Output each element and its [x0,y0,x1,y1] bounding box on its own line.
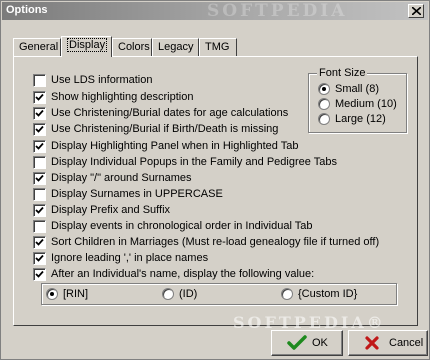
tab-label: General [19,41,59,53]
options-window: Options SOFTPEDIA General Display Colors… [0,0,430,360]
cancel-button[interactable]: Cancel [348,330,428,356]
close-button[interactable] [408,4,424,18]
tab-label: Display [67,38,108,52]
close-icon [412,7,421,15]
ok-label: OK [312,337,328,349]
window-title: Options [6,4,48,16]
display-tab-panel [13,56,418,326]
watermark-bottom: SOFTPEDIA® [233,313,386,332]
ok-button[interactable]: OK [271,330,343,356]
tab-label: Legacy [158,41,194,53]
tab-legacy[interactable]: Legacy [152,38,199,56]
check-icon [287,335,307,350]
tab-colors[interactable]: Colors [112,38,152,56]
tab-label: TMG [205,41,230,53]
x-icon [365,336,379,350]
watermark-logo: SOFTPEDIA [207,1,348,21]
title-bar[interactable]: Options SOFTPEDIA [2,1,428,21]
tab-label: Colors [118,41,150,53]
tab-general[interactable]: General [13,38,61,56]
tab-display[interactable]: Display [61,36,112,57]
tab-tmg[interactable]: TMG [199,38,237,56]
cancel-label: Cancel [389,337,424,349]
